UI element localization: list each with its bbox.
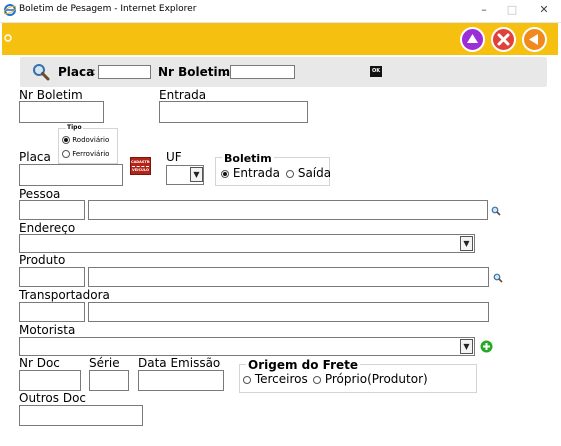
nr-boletim-label: Nr Boletim [19, 88, 83, 102]
maximize-button[interactable]: □ [498, 2, 526, 18]
serie-input[interactable] [89, 370, 129, 391]
tipo-option-rodoviario[interactable]: Rodoviário [62, 136, 109, 144]
data-emissao-input[interactable] [138, 370, 224, 391]
close-x-icon [497, 33, 510, 46]
endereco-label: Endereço [19, 221, 76, 235]
endereco-select[interactable] [19, 234, 475, 253]
chevron-down-icon[interactable]: ▼ [460, 339, 473, 354]
pessoa-search-icon[interactable] [491, 206, 501, 216]
uf-label: UF [166, 150, 182, 164]
back-button[interactable] [522, 27, 547, 52]
add-motorista-icon[interactable] [480, 340, 493, 353]
cadastro-veiculo-line1: CADASTRO [131, 160, 151, 164]
transportadora-label: Transportadora [19, 288, 110, 302]
radio-icon[interactable] [221, 169, 229, 178]
tipo-option-ferroviario[interactable]: Ferroviário [62, 150, 109, 158]
transportadora-code-input[interactable] [19, 302, 85, 322]
origem-frete-option-label: Terceiros [254, 372, 308, 386]
radio-icon[interactable] [243, 375, 251, 384]
boletim-legend: Boletim [222, 152, 274, 165]
move-up-button[interactable] [460, 27, 485, 52]
origem-frete-legend: Origem do Frete [246, 358, 361, 372]
outros-doc-input[interactable] [19, 405, 143, 426]
search-placa-label: Placa [58, 65, 95, 79]
tipo-fieldset [58, 128, 118, 164]
search-nr-boletim-input[interactable] [230, 65, 295, 79]
motorista-select[interactable] [19, 337, 475, 356]
cancel-button[interactable] [491, 27, 516, 52]
tipo-option-label: Rodoviário [72, 136, 110, 144]
nr-doc-label: Nr Doc [19, 356, 60, 370]
triangle-up-icon [467, 34, 478, 43]
search-icon[interactable] [32, 63, 50, 81]
triangle-left-icon [529, 34, 538, 45]
outros-doc-label: Outros Doc [19, 391, 87, 405]
boletim-option-label: Entrada [232, 166, 280, 180]
produto-search-icon[interactable] [493, 273, 503, 283]
pessoa-name-input[interactable] [88, 200, 488, 220]
nr-doc-input[interactable] [19, 370, 81, 391]
toolbar-grip-icon[interactable] [4, 31, 14, 45]
close-window-button[interactable]: ✕ [530, 2, 558, 18]
radio-icon[interactable] [286, 169, 294, 178]
placa-input[interactable] [19, 164, 123, 186]
placa-label: Placa [19, 150, 51, 164]
tipo-legend: Tipo [66, 124, 83, 131]
transportadora-name-input[interactable] [88, 302, 489, 322]
ok-button[interactable]: OK [370, 66, 382, 77]
radio-icon[interactable] [62, 136, 70, 144]
search-placa-input[interactable] [98, 65, 151, 79]
tipo-option-label: Ferroviário [72, 150, 110, 158]
chevron-down-icon[interactable]: ▼ [190, 167, 203, 182]
internet-explorer-icon [4, 4, 16, 16]
nr-boletim-input[interactable] [19, 101, 104, 123]
produto-code-input[interactable] [19, 267, 85, 287]
produto-label: Produto [19, 253, 66, 267]
minimize-button[interactable]: – [470, 2, 498, 18]
serie-label: Série [89, 356, 120, 370]
origem-frete-option-proprio[interactable]: Próprio(Produtor) [313, 372, 428, 386]
origem-frete-option-terceiros[interactable]: Terceiros [243, 372, 308, 386]
entrada-label: Entrada [159, 88, 207, 102]
boletim-option-saida[interactable]: Saída [286, 166, 331, 180]
entrada-input[interactable] [159, 101, 308, 123]
radio-icon[interactable] [62, 150, 70, 158]
search-nr-boletim-label: Nr Boletim [158, 65, 231, 79]
cadastro-veiculo-button[interactable]: CADASTRO VEICULO [130, 157, 151, 175]
chevron-down-icon[interactable]: ▼ [460, 236, 473, 251]
search-placa-colon: : [92, 65, 96, 78]
produto-name-input[interactable] [88, 267, 489, 287]
cadastro-veiculo-line2: VEICULO [132, 168, 149, 172]
boletim-option-label: Saída [297, 166, 332, 180]
boletim-option-entrada[interactable]: Entrada [221, 166, 280, 180]
data-emissao-label: Data Emissão [138, 356, 221, 370]
origem-frete-option-label: Próprio(Produtor) [324, 372, 428, 386]
radio-icon[interactable] [313, 375, 321, 384]
pessoa-label: Pessoa [19, 187, 61, 201]
window-title: Boletim de Pesagem - Internet Explorer [19, 4, 197, 14]
motorista-label: Motorista [19, 323, 76, 337]
search-nr-boletim-colon: : [224, 65, 228, 78]
pessoa-code-input[interactable] [19, 200, 85, 220]
